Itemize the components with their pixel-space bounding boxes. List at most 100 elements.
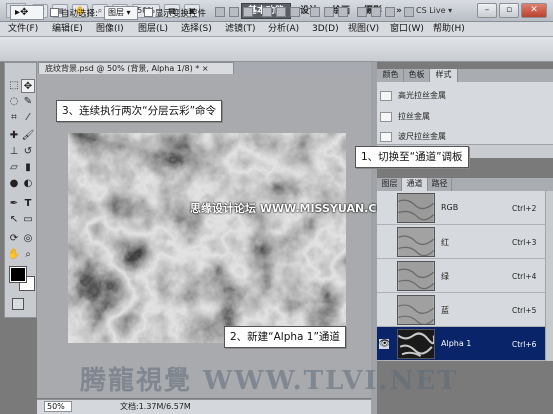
menu-analysis[interactable]: 分析(A) [268,23,299,36]
style-item[interactable]: 拉丝金属 [380,108,430,126]
3d-rotate-tool-icon[interactable]: ⟳ [7,232,21,246]
style-name: 波尺拉丝金属 [398,132,446,141]
tab-channels[interactable]: 通道 [402,178,428,191]
channel-name: 绿 [441,272,449,281]
minimize-button[interactable]: – [477,3,497,18]
menu-edit[interactable]: 编辑(E) [52,23,83,36]
distribute-vcenter-icon[interactable] [324,7,334,17]
type-tool-icon[interactable]: T [21,197,35,211]
channel-name: RGB [441,203,459,212]
align-hcenter-icon[interactable] [276,7,286,17]
crop-tool-icon[interactable]: ⌗ [7,111,21,125]
tab-paths[interactable]: 路径 [428,178,452,191]
auto-select-dropdown[interactable]: 图层 ▾ [104,6,138,20]
clone-stamp-tool-icon[interactable]: ⊥ [7,145,21,159]
shape-tool-icon[interactable]: ▭ [21,213,35,227]
history-brush-tool-icon[interactable]: ↺ [21,145,35,159]
document-info[interactable]: 文档:1.37M/6.57M [120,401,191,412]
distribute-right-icon[interactable] [385,7,395,17]
hand-tool-icon[interactable]: ✋ [7,248,21,262]
channel-thumbnail [397,261,435,291]
style-item[interactable]: 高光拉丝金属 [380,87,446,105]
eye-icon[interactable]: 👁 [379,339,390,349]
callout-step-2: 2、新建“Alpha 1”通道 [224,326,346,348]
quick-mask-icon[interactable] [12,298,24,310]
menu-image[interactable]: 图像(I) [96,23,124,36]
pen-tool-icon[interactable]: ✒ [7,197,21,211]
workspace-more[interactable]: » [396,3,402,19]
tab-color[interactable]: 颜色 [378,69,404,82]
tab-layers[interactable]: 图层 [378,178,402,191]
menu-window[interactable]: 窗口(W) [390,23,424,36]
channel-thumbnail [397,295,435,325]
menu-help[interactable]: 帮助(H) [433,23,465,36]
style-item[interactable]: 波尺拉丝金属 [380,128,446,142]
cs-live-label: CS Live ▾ [416,6,453,15]
align-bottom-icon[interactable] [243,7,253,17]
options-bar [0,37,553,62]
channel-thumbnail [397,193,435,223]
menu-view[interactable]: 视图(V) [348,23,379,36]
marquee-tool-icon[interactable]: ⬚ [7,79,21,93]
eraser-tool-icon[interactable]: ▱ [7,161,21,175]
style-name: 拉丝金属 [398,112,430,121]
channel-thumbnail [397,227,435,257]
auto-select-label: 自动选择: [61,9,98,19]
channel-name: 蓝 [441,306,449,315]
style-name: 高光拉丝金属 [398,91,446,100]
align-left-icon[interactable] [262,7,272,17]
missyuan-watermark: 思缘设计论坛 WWW.MISSYUAN.COM [190,202,397,215]
auto-align-icon[interactable] [404,7,414,17]
visibility-toggle[interactable] [379,271,389,281]
distribute-left-icon[interactable] [357,7,367,17]
document-tab[interactable]: 底纹背景.psd @ 50% (背景, Alpha 1/8) * × [38,62,234,74]
show-transform-checkbox[interactable] [144,8,153,17]
menu-file[interactable]: 文件(F) [8,23,38,36]
lasso-tool-icon[interactable]: ◌ [7,95,21,109]
tab-swatches[interactable]: 色板 [404,69,430,82]
quick-select-tool-icon[interactable]: ✎ [21,95,35,109]
dodge-tool-icon[interactable]: ◐ [21,177,35,191]
auto-select-value: 图层 [108,8,124,17]
healing-brush-tool-icon[interactable]: ✚ [7,129,21,143]
maximize-button[interactable]: ▫ [499,3,519,18]
foreground-color-swatch[interactable] [9,266,27,283]
document-canvas[interactable] [68,133,346,343]
status-bar [37,399,371,414]
distribute-hcenter-icon[interactable] [371,7,381,17]
show-transform-label: 显示变换控件 [155,9,207,19]
style-swatch-icon [380,131,392,142]
menu-3d[interactable]: 3D(D) [312,23,339,36]
close-button[interactable]: ✕ [521,3,547,18]
channel-name: 红 [441,238,449,247]
blur-tool-icon[interactable]: ● [7,177,21,191]
menu-layer[interactable]: 图层(L) [138,23,168,36]
3d-orbit-tool-icon[interactable]: ◎ [21,232,35,246]
visibility-toggle[interactable] [379,237,389,247]
distribute-bottom-icon[interactable] [338,7,348,17]
channels-scrollbar[interactable] [545,191,553,361]
align-right-icon[interactable] [290,7,300,17]
visibility-toggle[interactable] [379,305,389,315]
cs-live-button[interactable]: CS Live ▾ [416,4,472,18]
path-select-tool-icon[interactable]: ↖ [7,213,21,227]
tlvi-watermark: 腾龍視覺 WWW.TLVI.NET [80,366,459,396]
tool-preset-picker[interactable]: ▸✥ [10,5,44,20]
zoom-field[interactable]: 50% [44,401,72,412]
channel-shortcut: Ctrl+5 [512,306,537,315]
channel-shortcut: Ctrl+6 [512,340,537,349]
distribute-top-icon[interactable] [310,7,320,17]
move-tool-icon[interactable]: ✥ [21,79,35,93]
brush-tool-icon[interactable]: 🖌 [21,129,35,143]
align-vcenter-icon[interactable] [229,7,239,17]
tab-styles[interactable]: 样式 [430,69,458,82]
gradient-tool-icon[interactable]: ▮ [21,161,35,175]
channel-thumbnail [397,329,435,359]
visibility-toggle[interactable] [379,203,389,213]
eyedropper-tool-icon[interactable]: ⁄ [21,111,35,125]
align-top-icon[interactable] [215,7,225,17]
zoom-tool-icon[interactable]: ⌕ [21,248,35,262]
auto-select-checkbox[interactable] [50,8,59,17]
menu-select[interactable]: 选择(S) [181,23,212,36]
menu-filter[interactable]: 滤镜(T) [225,23,256,36]
